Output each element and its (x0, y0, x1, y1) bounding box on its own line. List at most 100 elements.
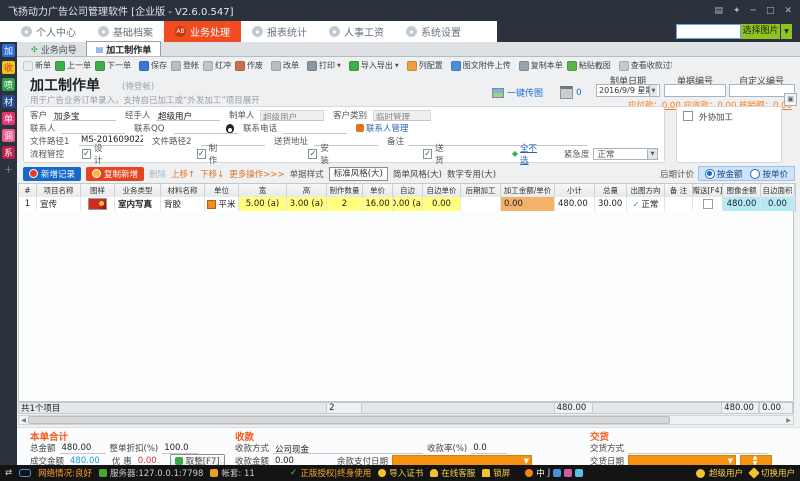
sidebar-item-调[interactable]: 调 (2, 129, 15, 142)
col-小计[interactable]: 小计 (555, 184, 595, 197)
qq-icon[interactable] (226, 124, 234, 133)
close-button[interactable]: ✕ (784, 6, 792, 16)
col-后期加工[interactable]: 后期加工 (461, 184, 501, 197)
cell-总量[interactable]: 30.00 (595, 197, 627, 211)
toolbar-复制本单[interactable]: 复制本单 (517, 60, 565, 71)
move-down-button[interactable]: 下移↓ (200, 168, 224, 180)
ime-tray[interactable]: 中 J (525, 467, 583, 479)
checkbox-checked-icon[interactable]: ✓ (197, 149, 206, 159)
col-自边[interactable]: 自边 (393, 184, 423, 197)
col-总量[interactable]: 总量 (595, 184, 627, 197)
col-备 注[interactable]: 备 注 (665, 184, 693, 197)
col-图样[interactable]: 图样 (81, 184, 115, 197)
pricing-by-amount[interactable]: 按金额 (705, 168, 743, 180)
menu-item-基础档案[interactable]: ●基础档案 (87, 21, 164, 42)
col-材料名称[interactable]: 材料名称 (161, 184, 205, 197)
urgency-select[interactable]: 正常 ▼ (593, 148, 658, 160)
order-number-input[interactable] (664, 84, 726, 97)
menu-item-报表统计[interactable]: ●报表统计 (241, 21, 318, 42)
cell-高[interactable]: 3.00 (a) (287, 197, 327, 211)
menu-item-个人中心[interactable]: ●个人中心 (10, 21, 87, 42)
printer-icon[interactable] (560, 86, 573, 99)
toolbar-保存[interactable]: 保存 (137, 60, 169, 71)
cell-业务类型[interactable]: 室内写真 (115, 197, 161, 211)
sidebar-item-收[interactable]: 收 (2, 61, 15, 74)
toolbar-红冲[interactable]: 红冲 (201, 60, 233, 71)
choose-image-button[interactable]: 选择图片 (741, 24, 780, 39)
toolbar-粘贴截图[interactable]: 粘贴截图 (565, 60, 613, 71)
payment-method-input[interactable]: 公司现金 (273, 443, 423, 454)
toolbar-下一单[interactable]: 下一单 (93, 60, 133, 71)
toolbar-列配置[interactable]: 列配置 (405, 60, 445, 71)
toolbar-图文附件上传[interactable]: 图文附件上传 (449, 60, 513, 71)
image-search-input[interactable] (676, 24, 741, 39)
scroll-left-icon[interactable]: ◀ (19, 416, 28, 424)
toolbar-作废[interactable]: 作废 (233, 60, 265, 71)
pricing-by-unit[interactable]: 按单价 (750, 168, 788, 180)
sidebar-item-单[interactable]: 单 (2, 112, 15, 125)
cell-单价[interactable]: 16.00 (363, 197, 393, 211)
sync-icon[interactable]: ⇄ (5, 468, 12, 478)
cell-图样[interactable] (81, 197, 115, 211)
switch-user-button[interactable]: 切换用户 (750, 467, 795, 479)
toolbar-导入导出[interactable]: 导入导出▼ (347, 60, 401, 71)
delivery-method-input[interactable] (628, 443, 768, 454)
col-单价[interactable]: 单价 (363, 184, 393, 197)
thumbnail-image[interactable] (88, 198, 107, 210)
toolbar-上一单[interactable]: 上一单 (53, 60, 93, 71)
lock-screen-button[interactable]: 锁屏 (482, 467, 510, 479)
style-standard[interactable]: 标准风格(大) (329, 167, 388, 181)
cell-加工金额/单价[interactable]: 0.00 (501, 197, 555, 211)
process-design[interactable]: ✓ 设计 (82, 142, 109, 166)
tab-processing-order[interactable]: ▤ 加工制作单 (86, 41, 162, 56)
import-cert-button[interactable]: 导入证书 (378, 467, 423, 479)
toolbar-登帐[interactable]: 登帐 (169, 60, 201, 71)
sidebar-item-加[interactable]: 加 (2, 44, 15, 57)
date-select[interactable]: 2016/9/9 星期五 ▼ (596, 84, 660, 97)
urgency-caret-icon[interactable]: ▼ (647, 149, 657, 159)
style-numeric[interactable]: 数字专用(大) (447, 168, 496, 180)
scroll-right-icon[interactable]: ▶ (784, 416, 793, 424)
col-制作数量[interactable]: 制作数量 (327, 184, 363, 197)
checkbox-checked-icon[interactable]: ✓ (82, 149, 91, 159)
input-联系电话[interactable] (283, 123, 347, 134)
col-加工金额/单价[interactable]: 加工金额/单价 (501, 184, 555, 197)
cell-#[interactable]: 1 (19, 197, 37, 211)
add-row-button[interactable]: 新增记录 (23, 167, 81, 181)
current-user[interactable]: 超级用户 (696, 467, 743, 479)
pin-icon[interactable]: ✦ (733, 6, 741, 16)
gift-checkbox[interactable] (703, 199, 713, 209)
cell-小计[interactable]: 480.00 (555, 197, 595, 211)
col-宽[interactable]: 宽 (239, 184, 287, 197)
collapse-header-button[interactable]: ▣ (784, 93, 797, 106)
date-caret-icon[interactable]: ▼ (649, 85, 657, 96)
col-项目名称[interactable]: 项目名称 (37, 184, 81, 197)
input-客户[interactable]: 加多宝 (52, 110, 116, 121)
cell-自边面积[interactable]: 0.00 (761, 197, 795, 211)
menu-item-系统设置[interactable]: ●系统设置 (395, 21, 472, 42)
col-出图方向[interactable]: 出图方向 (627, 184, 665, 197)
cell-宽[interactable]: 5.00 (a) (239, 197, 287, 211)
cell-后期加工[interactable] (461, 197, 501, 211)
more-actions-button[interactable]: 更多操作>>> (229, 168, 284, 180)
cell-赠送[F4][interactable] (693, 197, 723, 211)
checkbox-checked-icon[interactable]: ✓ (308, 149, 317, 159)
cell-单位[interactable]: 平米 (205, 197, 239, 211)
cell-图像金额[interactable]: 480.00 (723, 197, 761, 211)
cell-出图方向[interactable]: ✓正常 (627, 197, 665, 211)
sidebar-item-材[interactable]: 材 (2, 95, 15, 108)
process-make[interactable]: ✓ 制作 (197, 142, 224, 166)
outsource-checkbox[interactable] (683, 111, 693, 121)
checkbox-checked-icon[interactable]: ✓ (423, 149, 432, 159)
delete-row-button[interactable]: 删除 (149, 168, 166, 180)
col-业务类型[interactable]: 业务类型 (115, 184, 161, 197)
toolbar-改单[interactable]: 改单 (269, 60, 301, 71)
toolbar-新单[interactable]: 新单 (21, 60, 53, 71)
cell-项目名称[interactable]: 宣传 (37, 197, 81, 211)
scrollbar-thumb[interactable] (28, 416, 670, 424)
discount-input[interactable]: 100.0 (162, 443, 198, 454)
minimize-button[interactable]: ─ (751, 6, 756, 16)
col-#[interactable]: # (19, 184, 37, 197)
process-deliver[interactable]: ✓ 送货 (423, 142, 450, 166)
cell-自边单价[interactable]: 0.00 (423, 197, 461, 211)
